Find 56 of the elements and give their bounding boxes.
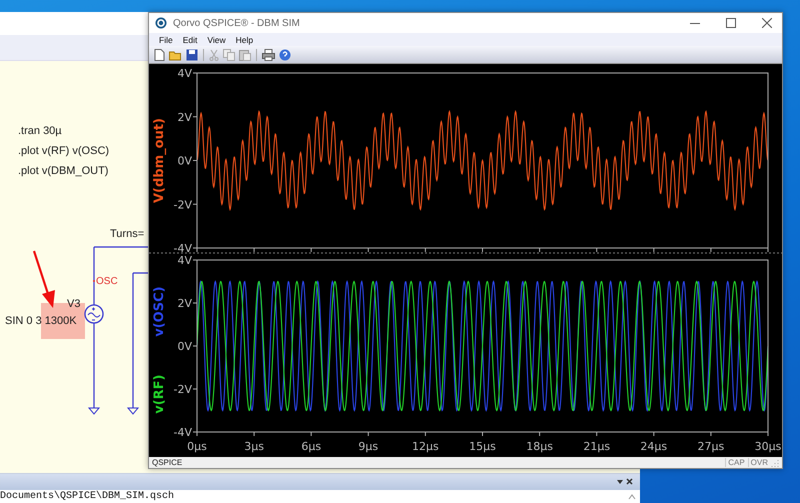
tick-label: -2V xyxy=(174,198,192,212)
source-value: SIN 0 3 1300K xyxy=(5,315,77,328)
printer-icon[interactable] xyxy=(262,48,275,60)
tick-label: 30µs xyxy=(754,440,782,453)
paste-icon[interactable] xyxy=(239,48,251,60)
close-icon[interactable] xyxy=(626,478,633,485)
menu-item[interactable]: Edit xyxy=(178,34,202,44)
status-text: QSPICE xyxy=(152,458,182,467)
menu-item[interactable]: View xyxy=(203,34,230,44)
tick-label: 4V xyxy=(177,254,192,267)
voltage-source-icon xyxy=(84,304,104,324)
ground-icon xyxy=(126,408,140,415)
tick-label: 0V xyxy=(177,154,192,168)
tick-label: 2V xyxy=(177,110,192,124)
status-indicator: OVR xyxy=(748,458,768,467)
source-name: V3 xyxy=(67,298,80,311)
tick-label: 9µs xyxy=(358,440,378,453)
net-label: OSC xyxy=(96,275,118,288)
tick-label: 2V xyxy=(177,297,192,310)
spice-directive: .tran 30µ xyxy=(18,125,62,138)
tick-label: 27µs xyxy=(698,440,724,453)
tick-label: 4V xyxy=(177,67,192,80)
app-logo-icon xyxy=(155,17,167,29)
trace-label: v(OSC) xyxy=(152,286,167,337)
tick-label: 21µs xyxy=(583,440,610,453)
tick-label: 15µs xyxy=(469,440,496,453)
tick-label: 3µs xyxy=(244,440,264,453)
tick-label: 0V xyxy=(177,340,192,353)
menu-item[interactable]: Help xyxy=(232,34,258,44)
tick-label: -4V xyxy=(174,242,192,255)
tick-label: 18µs xyxy=(526,440,553,453)
tick-label: 0µs xyxy=(187,440,207,453)
window-title: Qorvo QSPICE® - DBM SIM xyxy=(173,18,300,28)
scroll-up-icon[interactable] xyxy=(628,494,636,500)
menu-item[interactable]: File xyxy=(155,34,177,44)
resize-grip-icon[interactable] xyxy=(771,458,779,466)
help-icon[interactable] xyxy=(279,48,291,60)
arrow xyxy=(32,250,55,308)
status-indicator: CAP xyxy=(725,458,745,467)
maximize-icon xyxy=(726,18,736,28)
tick-label: 12µs xyxy=(412,440,439,453)
ground-icon xyxy=(88,408,100,415)
file-path: Documents\QSPICE\DBM_SIM.qsch xyxy=(0,491,174,502)
tick-label: 24µs xyxy=(640,440,668,453)
trace-label: v(RF) xyxy=(152,374,167,414)
new-file-icon[interactable] xyxy=(154,48,165,60)
close-icon xyxy=(762,18,772,28)
save-icon[interactable] xyxy=(186,48,198,60)
tick-label: -2V xyxy=(174,383,192,396)
turns-label: Turns= xyxy=(110,228,144,241)
spice-directive: .plot v(RF) v(OSC) xyxy=(18,145,110,158)
caret-icon[interactable] xyxy=(617,480,623,484)
tick-label: 6µs xyxy=(301,440,322,453)
tick-label: -4V xyxy=(174,426,192,439)
trace-label: V(dbm_out) xyxy=(152,118,167,203)
spice-directive: .plot v(DBM_OUT) xyxy=(18,165,108,178)
